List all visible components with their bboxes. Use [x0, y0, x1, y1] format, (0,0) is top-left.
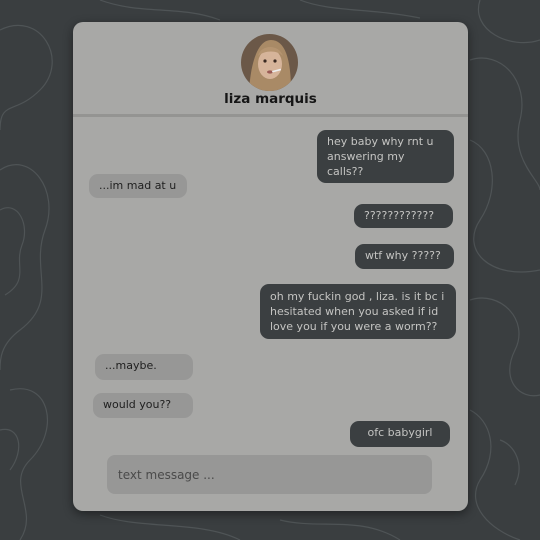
message-sent: ofc babygirl [350, 421, 450, 447]
contact-avatar[interactable] [241, 34, 298, 91]
message-sent: oh my fuckin god , liza. is it bc i hesi… [260, 284, 456, 339]
message-received: would you?? [93, 393, 193, 418]
chat-window: liza marquis hey baby why rnt u answerin… [73, 22, 468, 511]
message-sent: wtf why ????? [355, 244, 454, 269]
header-divider [73, 114, 468, 117]
message-input[interactable] [107, 455, 432, 494]
contact-name: liza marquis [224, 91, 317, 107]
message-received: ...im mad at u [89, 174, 187, 198]
message-sent: ???????????? [354, 204, 453, 228]
message-received: ...maybe. [95, 354, 193, 380]
message-sent: hey baby why rnt u answering my calls?? [317, 130, 454, 183]
avatar-photo-icon [241, 34, 298, 91]
